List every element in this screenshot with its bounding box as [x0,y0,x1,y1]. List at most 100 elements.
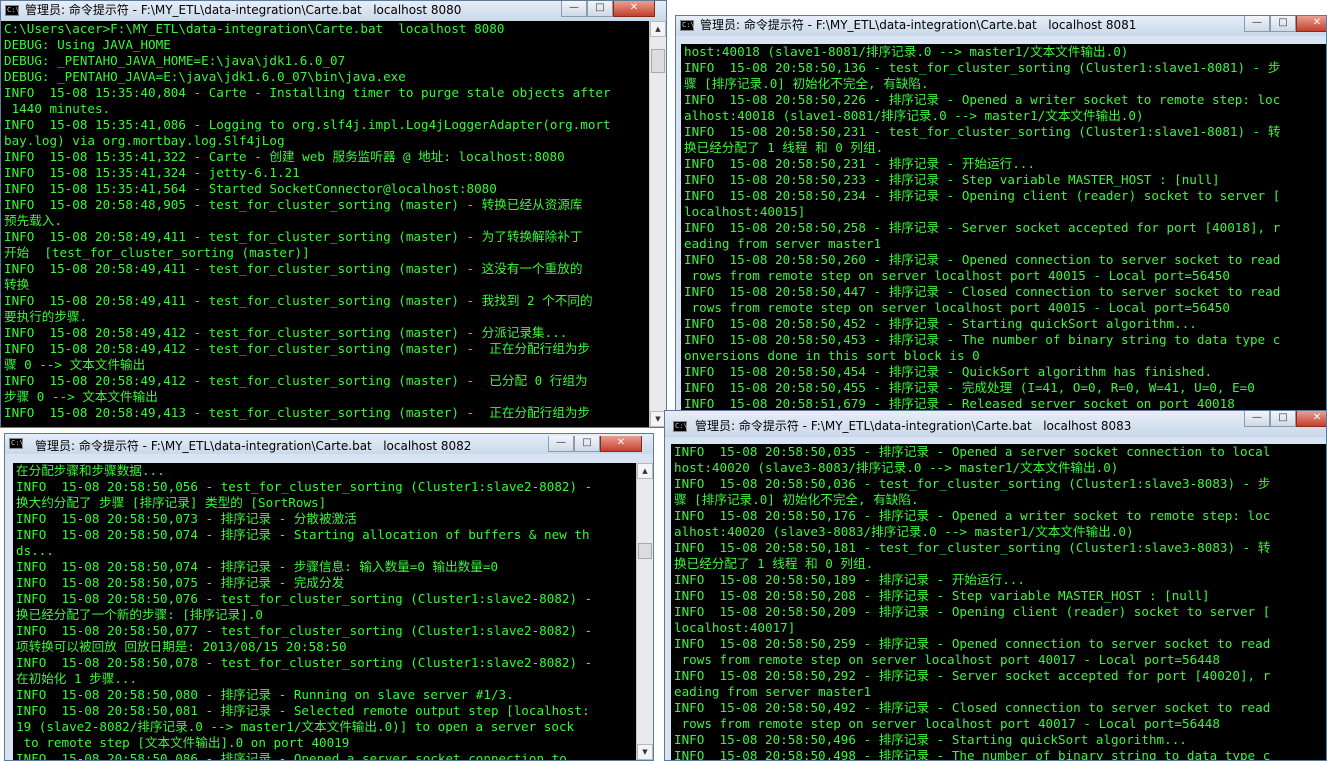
log-line: INFO 15-08 20:58:49,412 - test_for_clust… [4,341,591,356]
console-output: C:\Users\acer>F:\MY_ETL\data-integration… [1,21,649,427]
log-line: rows from remote step on server localhos… [684,300,1230,315]
log-line: INFO 15-08 20:58:50,209 - 排序记录 - Opening… [674,604,1271,619]
title-bar[interactable]: C:\ 管理员: 命令提示符 - F:\MY_ETL\data-integrat… [1,1,666,21]
log-line: INFO 15-08 20:58:49,411 - test_for_clust… [4,293,593,308]
log-line: INFO 15-08 15:35:40,804 - Carte - Instal… [4,85,611,100]
console-output: 在分配步骤和步骤数据... INFO 15-08 20:58:50,056 - t… [13,463,636,760]
log-line: INFO 15-08 20:58:50,074 - 排序记录 - 步骤信息: 输… [16,559,499,574]
log-line: INFO 15-08 20:58:50,258 - 排序记录 - Server … [684,220,1281,235]
log-line: 要执行的步骤. [4,309,88,324]
scroll-thumb[interactable] [638,543,652,559]
log-line: INFO 15-08 15:35:41,086 - Logging to org… [4,117,611,132]
log-line: INFO 15-08 20:58:50,496 - 排序记录 - Startin… [674,732,1187,747]
log-line: 骤 0 --> 文本文件输出 [4,357,146,372]
cmd-icon: C:\ [9,438,24,449]
log-line: INFO 15-08 20:58:50,076 - test_for_clust… [16,591,593,606]
console-window-8080[interactable]: C:\ 管理员: 命令提示符 - F:\MY_ETL\data-integrat… [0,0,667,428]
log-line: INFO 15-08 20:58:50,073 - 排序记录 - 分散被激活 [16,511,357,526]
minimize-button[interactable]: — [1244,411,1270,427]
scroll-up-arrow-icon[interactable]: ▲ [637,463,653,479]
maximize-button[interactable]: □ [587,1,613,17]
log-line: DEBUG: _PENTAHO_JAVA=E:\java\jdk1.6.0_07… [4,69,406,84]
log-line: 开始 [test_for_cluster_sorting (master)] [4,245,310,260]
minimize-button[interactable]: — [1244,16,1270,32]
log-line: INFO 15-08 20:58:50,452 - 排序记录 - Startin… [684,316,1197,331]
log-line: INFO 15-08 15:35:41,564 - Started Socket… [4,181,497,196]
log-line: INFO 15-08 20:58:50,259 - 排序记录 - Opened … [674,636,1271,651]
log-line: 转换 [4,277,30,292]
minimize-button[interactable]: — [561,1,587,17]
log-line: DEBUG: Using JAVA_HOME [4,37,171,52]
log-line: INFO 15-08 20:58:50,077 - test_for_clust… [16,623,593,638]
log-line: INFO 15-08 20:58:48,905 - test_for_clust… [4,197,583,212]
log-line: INFO 15-08 20:58:50,447 - 排序记录 - Closed … [684,284,1281,299]
close-button[interactable]: ✕ [613,1,655,17]
log-line: INFO 15-08 20:58:50,036 - test_for_clust… [674,476,1271,491]
scroll-up-arrow-icon[interactable]: ▲ [650,21,666,37]
log-line: INFO 15-08 15:35:41,322 - Carte - 创建 web… [4,149,565,164]
log-line: INFO 15-08 20:58:49,411 - test_for_clust… [4,261,583,276]
log-line: INFO 15-08 20:58:50,081 - 排序记录 - Selecte… [16,703,590,718]
log-line: 换已经分配了 1 线程 和 0 列组. [684,140,884,155]
log-line: onversions done in this sort block is 0 [684,348,980,363]
log-line: INFO 15-08 20:58:50,208 - 排序记录 - Step va… [674,588,1210,603]
cmd-icon: C:\ [673,421,688,432]
log-line: INFO 15-08 20:58:50,136 - test_for_clust… [684,60,1281,75]
log-line: alhost:40020 (slave3-8083/排序记录.0 --> mas… [674,524,1134,539]
log-line: INFO 15-08 20:58:50,075 - 排序记录 - 完成分发 [16,575,345,590]
log-line: to remote step [文本文件输出].0 on port 40019 [16,735,350,750]
log-line: INFO 15-08 20:58:50,035 - 排序记录 - Opened … [674,444,1271,459]
console-window-8081[interactable]: C:\ 管理员: 命令提示符 - F:\MY_ETL\data-integrat… [675,15,1327,415]
log-line: 骤 [排序记录.0] 初始化不完全, 有缺陷. [674,492,919,507]
log-line: INFO 15-08 20:58:50,454 - 排序记录 - QuickSo… [684,364,1213,379]
log-line: 在初始化 1 步骤... [16,671,138,686]
log-line: 19 (slave2-8082/排序记录.0 --> master1/文本文件输… [16,719,575,734]
log-line: bay.log) via org.mortbay.log.Slf4jLog [4,133,285,148]
log-line: INFO 15-08 20:58:50,455 - 排序记录 - 完成处理 (I… [684,380,1255,395]
close-button[interactable]: ✕ [1296,16,1326,32]
log-line: INFO 15-08 20:58:50,080 - 排序记录 - Running… [16,687,514,702]
console-window-8083[interactable]: C:\ 管理员: 命令提示符 - F:\MY_ETL\data-integrat… [664,410,1327,761]
title-bar[interactable]: C:\ 管理员: 命令提示符 - F:\MY_ETL\data-integrat… [665,411,1326,437]
console-text: host:40018 (slave1-8081/排序记录.0 --> maste… [681,44,1326,412]
console-window-8082[interactable]: C:\ 管理员: 命令提示符 - F:\MY_ETL\data-integrat… [4,433,654,761]
log-line: eading from server master1 [684,236,882,251]
window-title: 管理员: 命令提示符 - F:\MY_ETL\data-integration\… [25,3,462,17]
log-line: alhost:40018 (slave1-8081/排序记录.0 --> mas… [684,108,1144,123]
log-line: INFO 15-08 20:58:50,233 - 排序记录 - Step va… [684,172,1220,187]
log-line: host:40018 (slave1-8081/排序记录.0 --> maste… [684,44,1129,59]
log-line: INFO 15-08 20:58:50,176 - 排序记录 - Opened … [674,508,1271,523]
scroll-down-arrow-icon[interactable]: ▼ [637,744,653,760]
log-line: INFO 15-08 20:58:50,498 - 排序记录 - The num… [674,748,1271,760]
log-line: 预先载入. [4,213,62,228]
log-line: INFO 15-08 20:58:50,231 - 排序记录 - 开始运行... [684,156,1035,171]
log-line: 在分配步骤和步骤数据... [16,463,165,478]
log-line: ds... [16,543,54,558]
log-line: INFO 15-08 20:58:50,260 - 排序记录 - Opened … [684,252,1281,267]
maximize-button[interactable]: □ [574,436,600,452]
log-line: INFO 15-08 20:58:50,492 - 排序记录 - Closed … [674,700,1271,715]
log-line: host:40020 (slave3-8083/排序记录.0 --> maste… [674,460,1119,475]
log-line: INFO 15-08 15:35:41,324 - jetty-6.1.21 [4,165,300,180]
maximize-button[interactable]: □ [1270,411,1296,427]
minimize-button[interactable]: — [548,436,574,452]
maximize-button[interactable]: □ [1270,16,1296,32]
window-title: 管理员: 命令提示符 - F:\MY_ETL\data-integration\… [700,18,1137,32]
log-line: localhost:40017] [674,620,796,635]
close-button[interactable]: ✕ [600,436,642,452]
vertical-scrollbar[interactable]: ▲ ▼ [649,21,666,427]
log-line: 步骤 0 --> 文本文件输出 [4,389,158,404]
vertical-scrollbar[interactable]: ▲ ▼ [636,463,653,760]
console-output: INFO 15-08 20:58:50,035 - 排序记录 - Opened … [671,444,1326,760]
title-bar[interactable]: C:\ 管理员: 命令提示符 - F:\MY_ETL\data-integrat… [5,434,653,454]
log-line: INFO 15-08 20:58:49,412 - test_for_clust… [4,325,568,340]
cmd-icon: C:\ [680,20,695,31]
scroll-thumb[interactable] [651,49,665,73]
window-title: 管理员: 命令提示符 - F:\MY_ETL\data-integration\… [695,419,1132,433]
log-line: INFO 15-08 20:58:49,411 - test_for_clust… [4,229,583,244]
close-button[interactable]: ✕ [1296,411,1326,427]
log-line: 项转换可以被回放 回放日期是: 2013/08/15 20:58:50 [16,639,347,654]
log-line: 1440 minutes. [4,101,111,116]
window-title: 管理员: 命令提示符 - F:\MY_ETL\data-integration\… [35,439,472,453]
title-bar[interactable]: C:\ 管理员: 命令提示符 - F:\MY_ETL\data-integrat… [676,16,1326,36]
